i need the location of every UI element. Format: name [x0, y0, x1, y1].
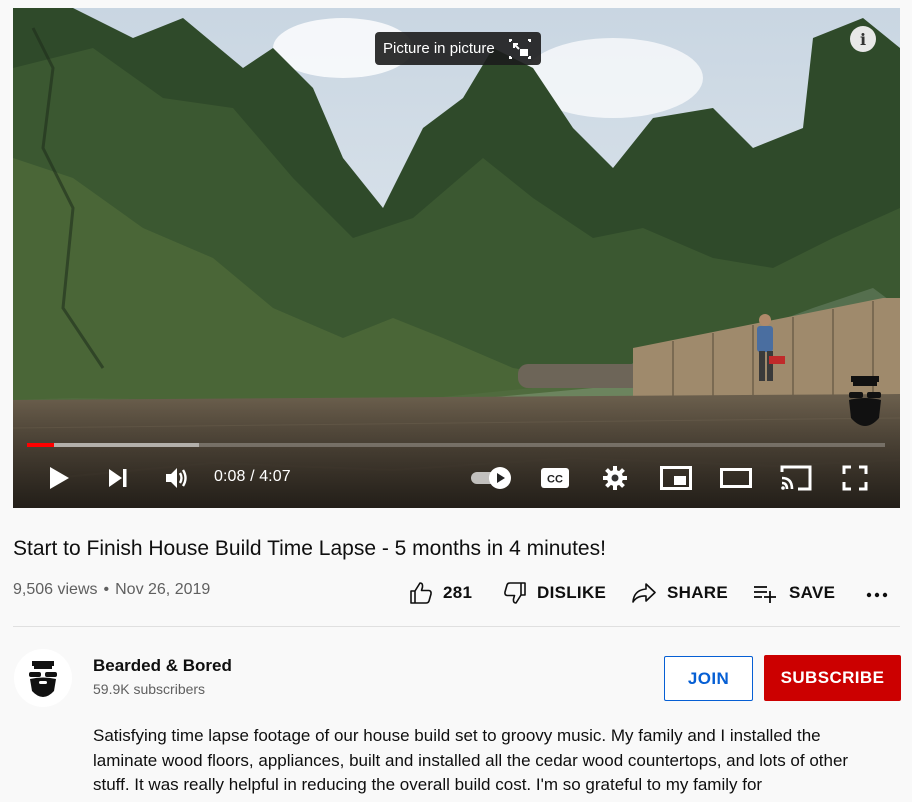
meta-separator: •	[103, 581, 110, 598]
subscribe-button[interactable]: SUBSCRIBE	[764, 655, 901, 701]
next-icon	[109, 469, 127, 487]
share-icon	[632, 583, 656, 603]
volume-button[interactable]	[161, 460, 193, 496]
join-button[interactable]: JOIN	[664, 656, 753, 701]
cast-icon	[780, 465, 812, 491]
cc-icon: CC	[541, 468, 569, 488]
controls-gradient	[13, 398, 900, 508]
next-button[interactable]	[103, 460, 133, 496]
time-separator: /	[250, 468, 260, 485]
save-button[interactable]: SAVE	[753, 578, 835, 608]
channel-avatar[interactable]	[14, 649, 72, 707]
share-label: SHARE	[667, 583, 729, 602]
current-time: 0:08	[214, 468, 246, 485]
autoplay-toggle[interactable]	[469, 460, 515, 496]
video-description: Satisfying time lapse footage of our hou…	[93, 726, 849, 794]
autoplay-icon	[471, 467, 511, 489]
time-display: 0:08 / 4:07	[214, 468, 291, 486]
miniplayer-button[interactable]	[659, 460, 693, 496]
info-label: i	[859, 29, 867, 49]
gear-icon	[603, 466, 627, 490]
video-player[interactable]: Picture in picture i 0:08 / 4:07 CC	[13, 8, 900, 508]
upload-date: Nov 26, 2019	[115, 581, 211, 598]
theater-mode-button[interactable]	[719, 460, 753, 496]
video-meta: 9,506 views • Nov 26, 2019	[13, 581, 210, 599]
settings-button[interactable]	[599, 460, 631, 496]
play-icon	[50, 467, 69, 489]
info-icon[interactable]: i	[850, 26, 876, 52]
theater-icon	[720, 468, 752, 488]
svg-text:CC: CC	[547, 474, 563, 486]
like-count: 281	[443, 583, 473, 602]
section-divider	[13, 626, 900, 627]
share-button[interactable]: SHARE	[631, 578, 728, 608]
more-actions-icon[interactable]	[864, 582, 890, 606]
channel-watermark-icon[interactable]	[845, 370, 885, 432]
thumbs-up-icon	[410, 582, 432, 604]
dislike-label: DISLIKE	[537, 583, 607, 602]
play-button[interactable]	[43, 460, 75, 496]
pip-icon	[508, 38, 531, 59]
bearded-logo-icon	[29, 661, 57, 697]
like-button[interactable]: 281	[409, 578, 472, 608]
playlist-add-icon	[754, 586, 776, 603]
video-title: Start to Finish House Build Time Lapse -…	[13, 537, 606, 560]
progress-played	[27, 443, 54, 447]
pip-tooltip: Picture in picture	[375, 32, 541, 65]
fullscreen-button[interactable]	[839, 460, 871, 496]
volume-icon	[166, 468, 187, 488]
captions-button[interactable]: CC	[539, 460, 571, 496]
thumbs-down-icon	[504, 582, 526, 604]
progress-bar[interactable]	[27, 443, 885, 447]
duration: 4:07	[259, 468, 291, 485]
miniplayer-icon	[660, 466, 692, 490]
channel-name[interactable]: Bearded & Bored	[93, 656, 232, 676]
cast-button[interactable]	[779, 460, 813, 496]
dislike-button[interactable]: DISLIKE	[503, 578, 606, 608]
view-count: 9,506 views	[13, 581, 98, 598]
save-label: SAVE	[789, 583, 836, 602]
fullscreen-icon	[842, 465, 868, 491]
subscriber-count: 59.9K subscribers	[93, 681, 206, 697]
pip-tooltip-label: Picture in picture	[383, 40, 495, 57]
